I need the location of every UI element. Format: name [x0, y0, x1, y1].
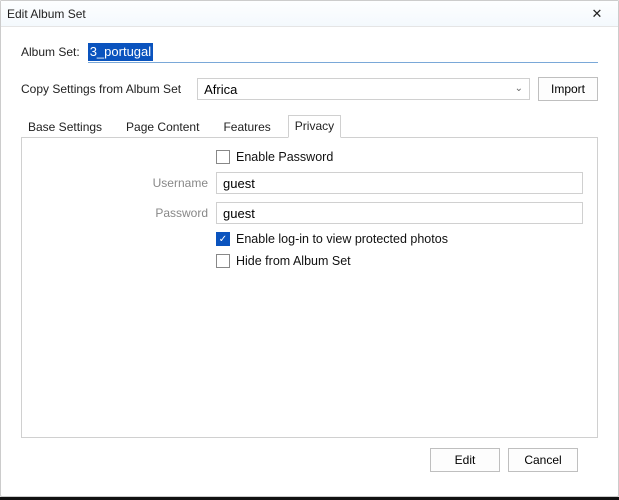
album-set-label: Album Set:	[21, 45, 80, 59]
tab-base-settings[interactable]: Base Settings	[21, 116, 109, 138]
dialog-footer: Edit Cancel	[21, 438, 598, 486]
enable-login-checkbox[interactable]: ✓	[216, 232, 230, 246]
tab-features[interactable]: Features	[216, 116, 277, 138]
copy-settings-row: Copy Settings from Album Set Africa ⌄ Im…	[21, 77, 598, 101]
tab-bar: Base Settings Page Content Features Priv…	[21, 115, 598, 137]
username-row: Username	[36, 172, 583, 194]
album-set-input[interactable]: 3_portugal	[88, 41, 598, 63]
cancel-button[interactable]: Cancel	[508, 448, 578, 472]
username-input[interactable]	[216, 172, 583, 194]
album-set-value: 3_portugal	[88, 43, 153, 61]
copy-settings-selected: Africa	[204, 82, 237, 97]
hide-from-set-row: Hide from Album Set	[36, 254, 583, 268]
enable-password-row: Enable Password	[36, 150, 583, 164]
enable-password-checkbox[interactable]	[216, 150, 230, 164]
username-label: Username	[36, 176, 216, 190]
tab-privacy[interactable]: Privacy	[288, 115, 341, 138]
window-title: Edit Album Set	[7, 7, 582, 21]
import-button[interactable]: Import	[538, 77, 598, 101]
enable-password-label: Enable Password	[236, 150, 333, 164]
enable-login-row: ✓ Enable log-in to view protected photos	[36, 232, 583, 246]
chevron-down-icon: ⌄	[515, 83, 523, 94]
privacy-panel: Enable Password Username Password ✓ Enab…	[21, 137, 598, 438]
dialog-window: Edit Album Set ✕ Album Set: 3_portugal C…	[0, 0, 619, 497]
copy-settings-label: Copy Settings from Album Set	[21, 82, 181, 96]
edit-button[interactable]: Edit	[430, 448, 500, 472]
album-set-row: Album Set: 3_portugal	[21, 41, 598, 63]
password-row: Password	[36, 202, 583, 224]
dialog-content: Album Set: 3_portugal Copy Settings from…	[1, 27, 618, 496]
password-label: Password	[36, 206, 216, 220]
enable-login-label: Enable log-in to view protected photos	[236, 232, 448, 246]
copy-settings-dropdown[interactable]: Africa ⌄	[197, 78, 530, 100]
tab-page-content[interactable]: Page Content	[119, 116, 206, 138]
titlebar: Edit Album Set ✕	[1, 1, 618, 27]
close-button[interactable]: ✕	[582, 3, 612, 25]
close-icon: ✕	[592, 6, 603, 22]
hide-from-set-label: Hide from Album Set	[236, 254, 351, 268]
password-input[interactable]	[216, 202, 583, 224]
hide-from-set-checkbox[interactable]	[216, 254, 230, 268]
